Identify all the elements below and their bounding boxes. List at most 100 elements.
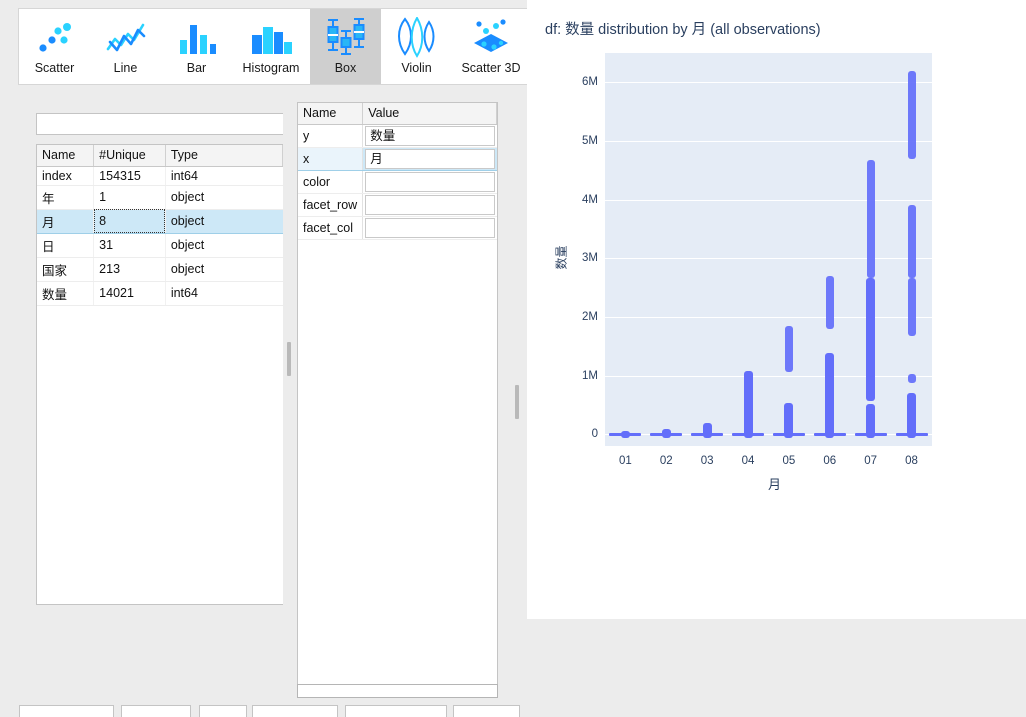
cell-name: 日 [37,233,95,258]
arg-name-y: y [298,124,364,148]
cell-name: 年 [37,185,95,210]
data-point-cluster [620,430,630,438]
arg-name-facet-row: facet_row [298,193,364,217]
cell-type: object [165,185,283,210]
arg-header-name[interactable]: Name [298,103,364,125]
box-plot-icon [317,15,375,61]
bottom-widget-3[interactable] [199,705,247,717]
cell-unique: 14021 [93,281,166,306]
gridline [605,375,932,377]
data-point-cluster [784,402,794,439]
tab-box[interactable]: Box [310,9,381,84]
table-row[interactable]: index 154315 int64 [37,166,283,186]
cell-unique: 154315 [93,166,166,186]
arg-name-color: color [298,170,364,194]
column-header-type[interactable]: Type [165,145,283,167]
arg-name-x: x [298,146,364,171]
histogram-icon [242,15,300,61]
chart-title: df: 数量 distribution by 月 (all observatio… [545,22,821,38]
splitter-grip-icon [287,342,291,376]
column-header-unique[interactable]: #Unique [93,145,166,167]
arg-value-color-input[interactable] [365,171,495,192]
x-axis-tick-label: 04 [741,455,755,467]
data-point-cluster [907,70,916,159]
y-axis-tick-label: 6M [582,76,598,89]
y-axis-tick-label: 0 [591,428,598,441]
plot-arguments-panel: Name Value y 数量 x 月 color facet_row face… [297,102,498,700]
x-axis-tick-label: 07 [864,455,878,467]
table-row[interactable]: 日 31 object [37,233,283,258]
data-point-cluster [825,275,834,329]
arg-value-y-input[interactable]: 数量 [365,125,495,146]
arg-value-x-input[interactable]: 月 [365,148,495,169]
columns-table: Name #Unique Type index 154315 int64 年 1… [37,145,283,306]
bottom-widget-4[interactable] [252,705,338,717]
gridline [605,140,932,142]
x-axis-tick-label: 01 [619,455,632,467]
data-point-cluster [866,403,876,439]
cell-name: 数量 [37,281,95,306]
table-row[interactable]: 国家 213 object [37,257,283,282]
arguments-panel-footer-box[interactable] [297,684,498,698]
tab-scatter-3d[interactable]: Scatter 3D [452,9,530,84]
gridline [605,199,932,201]
y-axis-title: 数量 [554,245,569,270]
bottom-widget-5[interactable] [345,705,447,717]
cell-unique: 1 [93,185,166,210]
column-header-name[interactable]: Name [37,145,95,167]
tab-line[interactable]: Line [90,9,161,84]
data-point-cluster [661,428,671,439]
y-axis-tick-label: 1M [582,369,598,382]
bottom-widget-2[interactable] [121,705,191,717]
data-point-cluster [784,325,793,373]
arg-row-color[interactable]: color [298,170,497,194]
column-search-input[interactable] [36,113,284,135]
gridline [605,258,932,260]
x-axis-tick-label: 05 [782,455,796,467]
scatter-icon [26,15,84,61]
data-point-cluster [907,278,916,336]
table-row[interactable]: 数量 14021 int64 [37,281,283,306]
plot-area[interactable] [605,53,932,446]
columns-table-header-row: Name #Unique Type [37,145,283,167]
x-axis-tick-label: 02 [659,455,673,467]
arg-value-facet-row-input[interactable] [365,194,495,215]
arg-row-facet-row[interactable]: facet_row [298,193,497,217]
bottom-widget-6[interactable] [453,705,520,717]
data-point-cluster [907,374,916,384]
tab-bar[interactable]: Bar [161,9,232,84]
x-axis-tick-label: 08 [905,455,918,467]
arguments-header-row: Name Value [298,103,497,125]
arguments-table: Name Value y 数量 x 月 color facet_row face… [298,103,497,240]
cell-name: index [37,166,95,186]
arg-row-y[interactable]: y 数量 [298,124,497,148]
arg-value-facet-col-input[interactable] [365,217,495,238]
y-axis-tick-label: 2M [582,310,598,323]
splitter-left[interactable] [283,113,293,605]
bar-icon [168,15,226,61]
table-row[interactable]: 年 1 object [37,185,283,210]
columns-panel: Name #Unique Type index 154315 int64 年 1… [18,113,284,605]
tab-scatter[interactable]: Scatter [19,9,90,84]
violin-icon [388,15,446,61]
bottom-widget-1[interactable] [19,705,114,717]
cell-name: 月 [37,208,95,234]
data-point-cluster [866,278,876,402]
cell-type: object [165,233,283,258]
data-point-cluster [907,393,917,439]
tab-histogram[interactable]: Histogram [232,9,310,84]
data-point-cluster [743,370,753,439]
scatter-3d-icon [462,15,520,61]
splitter-right[interactable] [511,342,521,462]
table-row-selected[interactable]: 月 8 object [37,208,283,234]
cell-unique: 31 [93,233,166,258]
arg-header-value[interactable]: Value [362,103,497,125]
columns-table-container[interactable]: Name #Unique Type index 154315 int64 年 1… [36,144,284,605]
data-point-cluster [866,159,875,279]
tab-violin[interactable]: Violin [381,9,452,84]
data-point-cluster [907,204,916,279]
splitter-grip-icon [515,385,519,419]
arg-row-facet-col[interactable]: facet_col [298,216,497,240]
tab-line-label: Line [113,61,138,75]
arg-row-x[interactable]: x 月 [298,146,497,171]
